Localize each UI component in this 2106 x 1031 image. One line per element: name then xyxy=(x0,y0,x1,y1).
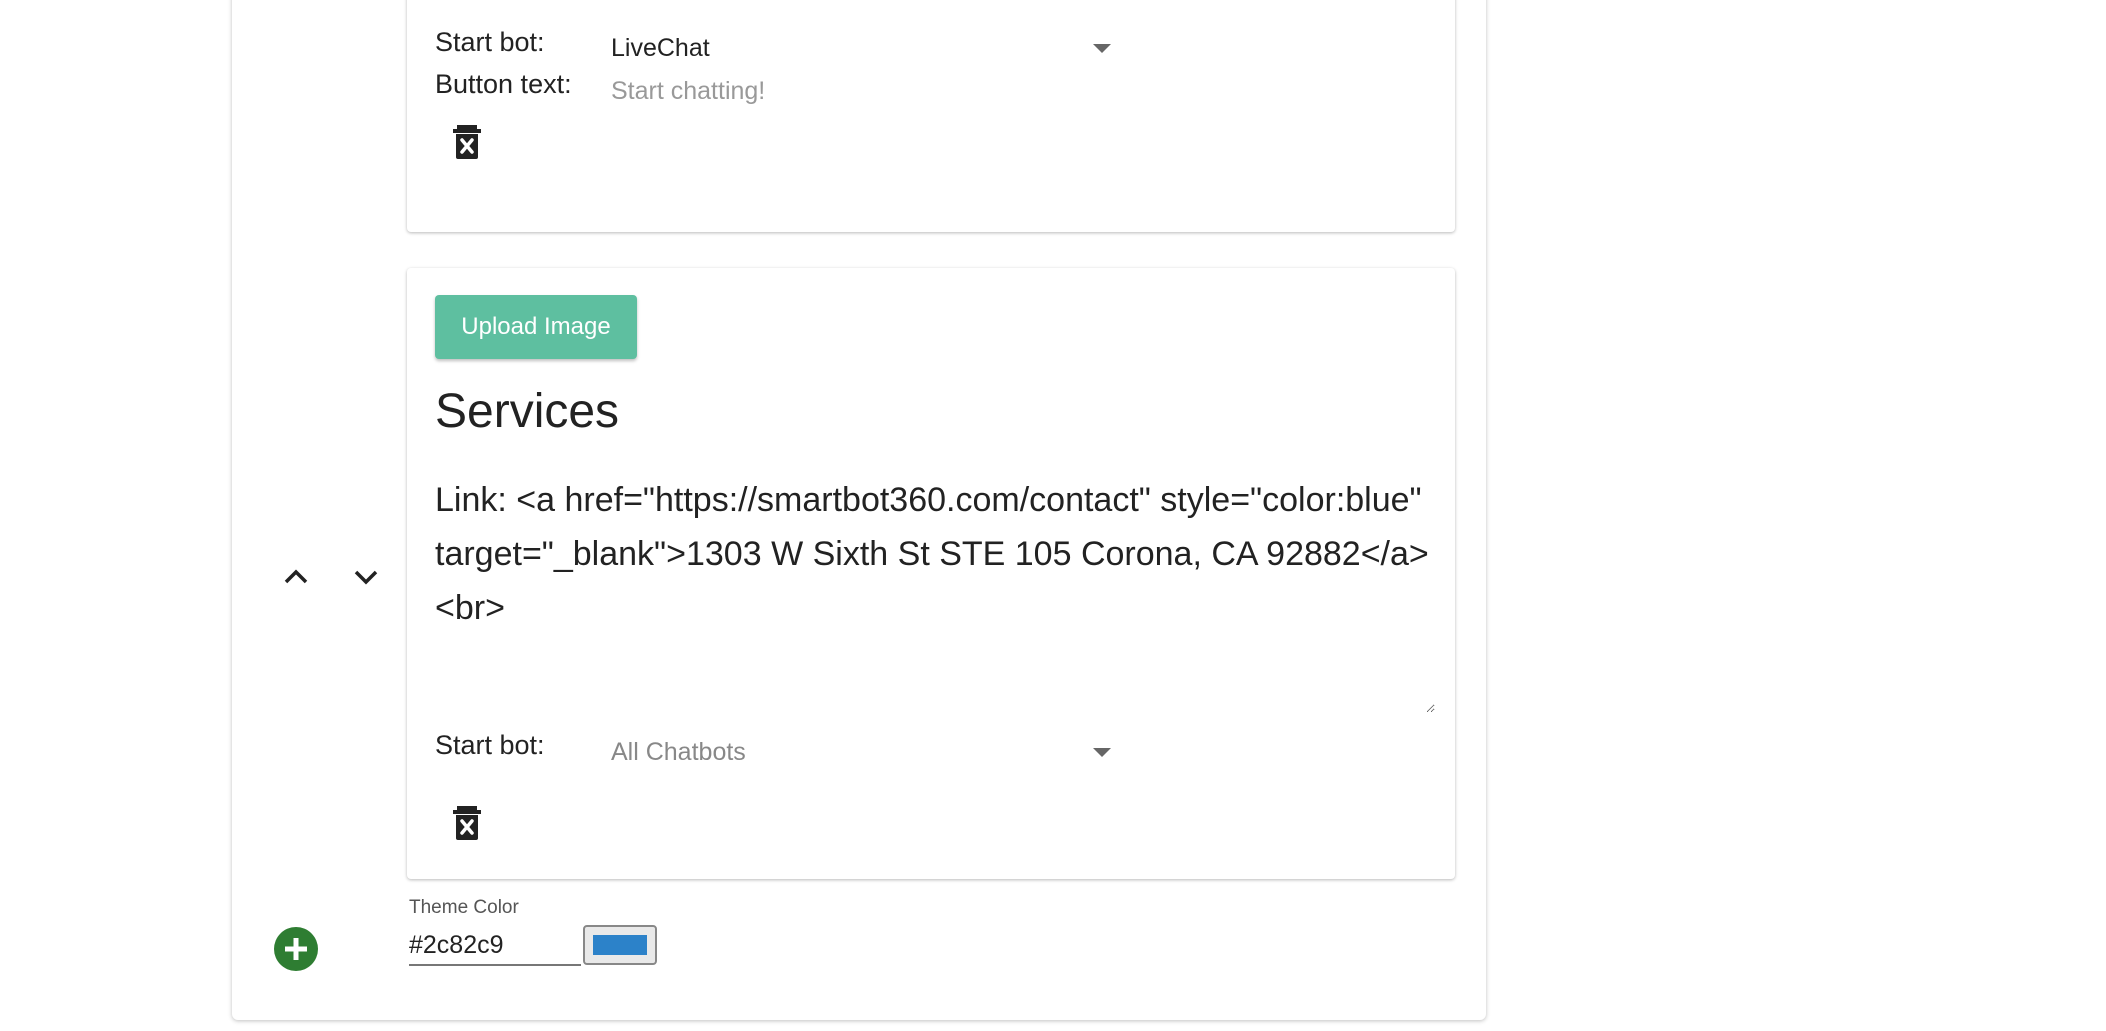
plus-circle-icon[interactable] xyxy=(274,927,318,971)
upload-image-button[interactable]: Upload Image xyxy=(435,295,637,359)
card-body-textarea[interactable]: Link: <a href="https://smartbot360.com/c… xyxy=(435,473,1435,713)
start-bot-label: Start bot: xyxy=(435,27,545,57)
dropdown-caret-icon xyxy=(1093,748,1111,757)
button-text-label: Button text: xyxy=(435,69,572,99)
trash-x-icon[interactable] xyxy=(451,805,483,841)
button-text-input[interactable] xyxy=(611,71,1111,111)
dropdown-caret-icon xyxy=(1093,44,1111,53)
menu-item-card-services: Upload Image Services Link: <a href="htt… xyxy=(407,268,1455,879)
start-bot-select[interactable]: All Chatbots xyxy=(611,730,1111,774)
start-bot-select[interactable]: LiveChat xyxy=(611,26,1111,70)
theme-color-label: Theme Color xyxy=(409,897,519,918)
color-swatch xyxy=(593,935,647,955)
chevron-up-icon[interactable] xyxy=(281,562,311,592)
start-bot-selected-value: All Chatbots xyxy=(611,738,746,766)
chevron-down-icon[interactable] xyxy=(351,562,381,592)
color-picker-button[interactable] xyxy=(583,925,657,965)
trash-x-icon[interactable] xyxy=(451,124,483,160)
start-bot-label: Start bot: xyxy=(435,730,545,760)
menu-item-card-livechat: Start bot: LiveChat Button text: xyxy=(407,0,1455,232)
start-bot-selected-value: LiveChat xyxy=(611,34,710,62)
card-title: Services xyxy=(435,385,620,438)
theme-color-input[interactable] xyxy=(409,926,581,966)
